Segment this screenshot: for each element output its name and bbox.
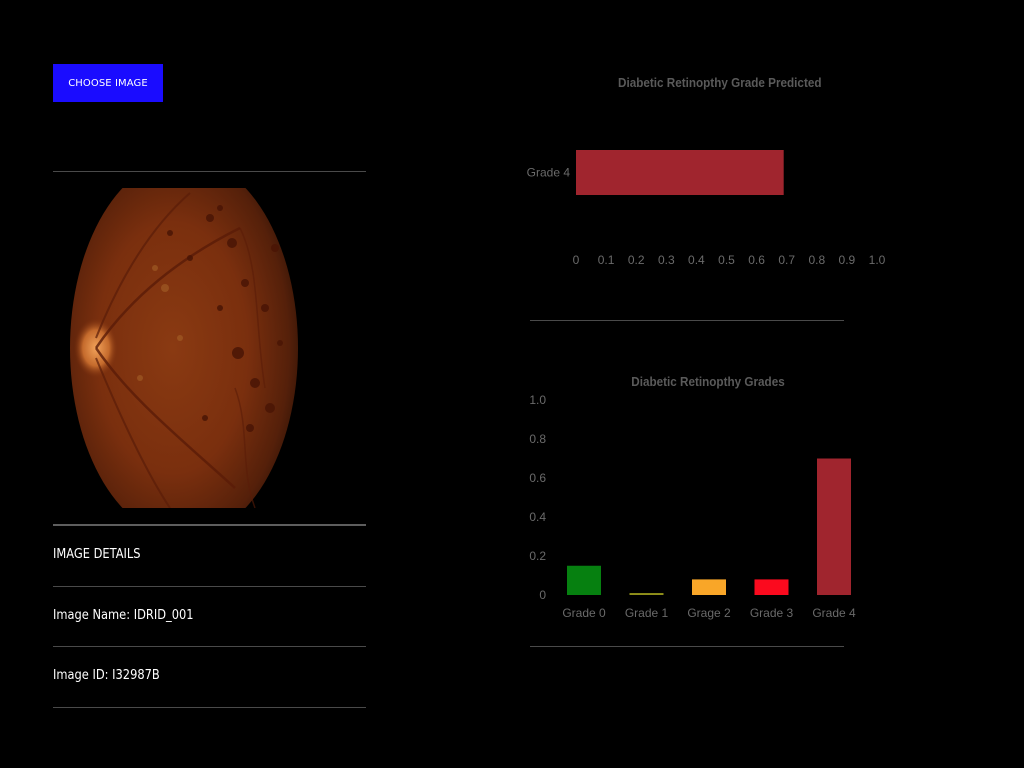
y-tick-label: 0.6 bbox=[529, 471, 546, 485]
x-tick-label: 0.9 bbox=[839, 253, 856, 267]
bar-grade-1 bbox=[629, 593, 664, 595]
app-root: CHOOSE IMAGE IMAGE DETAILS Image Name: I… bbox=[0, 0, 1024, 768]
bar-grade-3 bbox=[754, 579, 789, 595]
bar-grade-0 bbox=[567, 565, 601, 595]
choose-image-button[interactable]: CHOOSE IMAGE bbox=[53, 64, 163, 102]
x-tick-label: 0.7 bbox=[778, 253, 795, 267]
x-tick-label: Grade 4 bbox=[812, 606, 856, 620]
x-tick-label: 0.1 bbox=[598, 253, 615, 267]
x-tick-label: 1.0 bbox=[869, 253, 886, 267]
x-tick-label: 0.4 bbox=[688, 253, 705, 267]
predicted-grade-chart: Grade 4 0 0.1 0.2 0.3 0.4 0.5 0.6 0.7 0.8 0.9 1.0 bbox=[527, 150, 886, 267]
predicted-grade-chart-title: Diabetic Retinopthy Grade Predicted bbox=[618, 75, 822, 90]
grades-chart-title: Diabetic Retinopthy Grades bbox=[631, 374, 785, 389]
divider bbox=[530, 320, 844, 321]
y-tick-label: 1.0 bbox=[529, 393, 546, 407]
grades-chart: 0 0.2 0.4 0.6 0.8 1.0 Grade 0 Grade 1 Grage 2 Gra… bbox=[529, 393, 856, 620]
divider bbox=[530, 646, 844, 647]
x-tick-label: Grade 3 bbox=[750, 606, 794, 620]
y-tick-label: 0.4 bbox=[529, 510, 546, 524]
y-tick-label: 0 bbox=[539, 588, 546, 602]
x-tick-label: 0.2 bbox=[628, 253, 645, 267]
x-tick-label: 0.3 bbox=[658, 253, 675, 267]
divider bbox=[53, 586, 366, 587]
x-tick-label: 0.5 bbox=[718, 253, 735, 267]
image-name-label: Image Name: IDRID_001 bbox=[53, 608, 194, 623]
x-tick-label: 0.6 bbox=[748, 253, 765, 267]
divider bbox=[53, 171, 366, 172]
divider bbox=[53, 707, 366, 708]
x-tick-label: Grade 1 bbox=[625, 606, 669, 620]
bar-grade-4 bbox=[576, 150, 784, 195]
image-details-heading: IMAGE DETAILS bbox=[53, 547, 141, 562]
divider bbox=[53, 524, 366, 526]
category-label: Grade 4 bbox=[527, 166, 571, 180]
x-tick-label: 0 bbox=[573, 253, 580, 267]
fundus-image-graphic bbox=[70, 188, 298, 508]
x-tick-label: Grage 2 bbox=[687, 606, 731, 620]
divider bbox=[53, 646, 366, 647]
x-tick-label: 0.8 bbox=[808, 253, 825, 267]
image-id-label: Image ID: I32987B bbox=[53, 668, 160, 683]
y-tick-label: 0.2 bbox=[529, 549, 546, 563]
fundus-image bbox=[70, 188, 298, 508]
x-tick-label: Grade 0 bbox=[562, 606, 606, 620]
bar-grade-4 bbox=[817, 458, 851, 595]
bar-grage-2 bbox=[692, 579, 726, 595]
y-tick-label: 0.8 bbox=[529, 432, 546, 446]
